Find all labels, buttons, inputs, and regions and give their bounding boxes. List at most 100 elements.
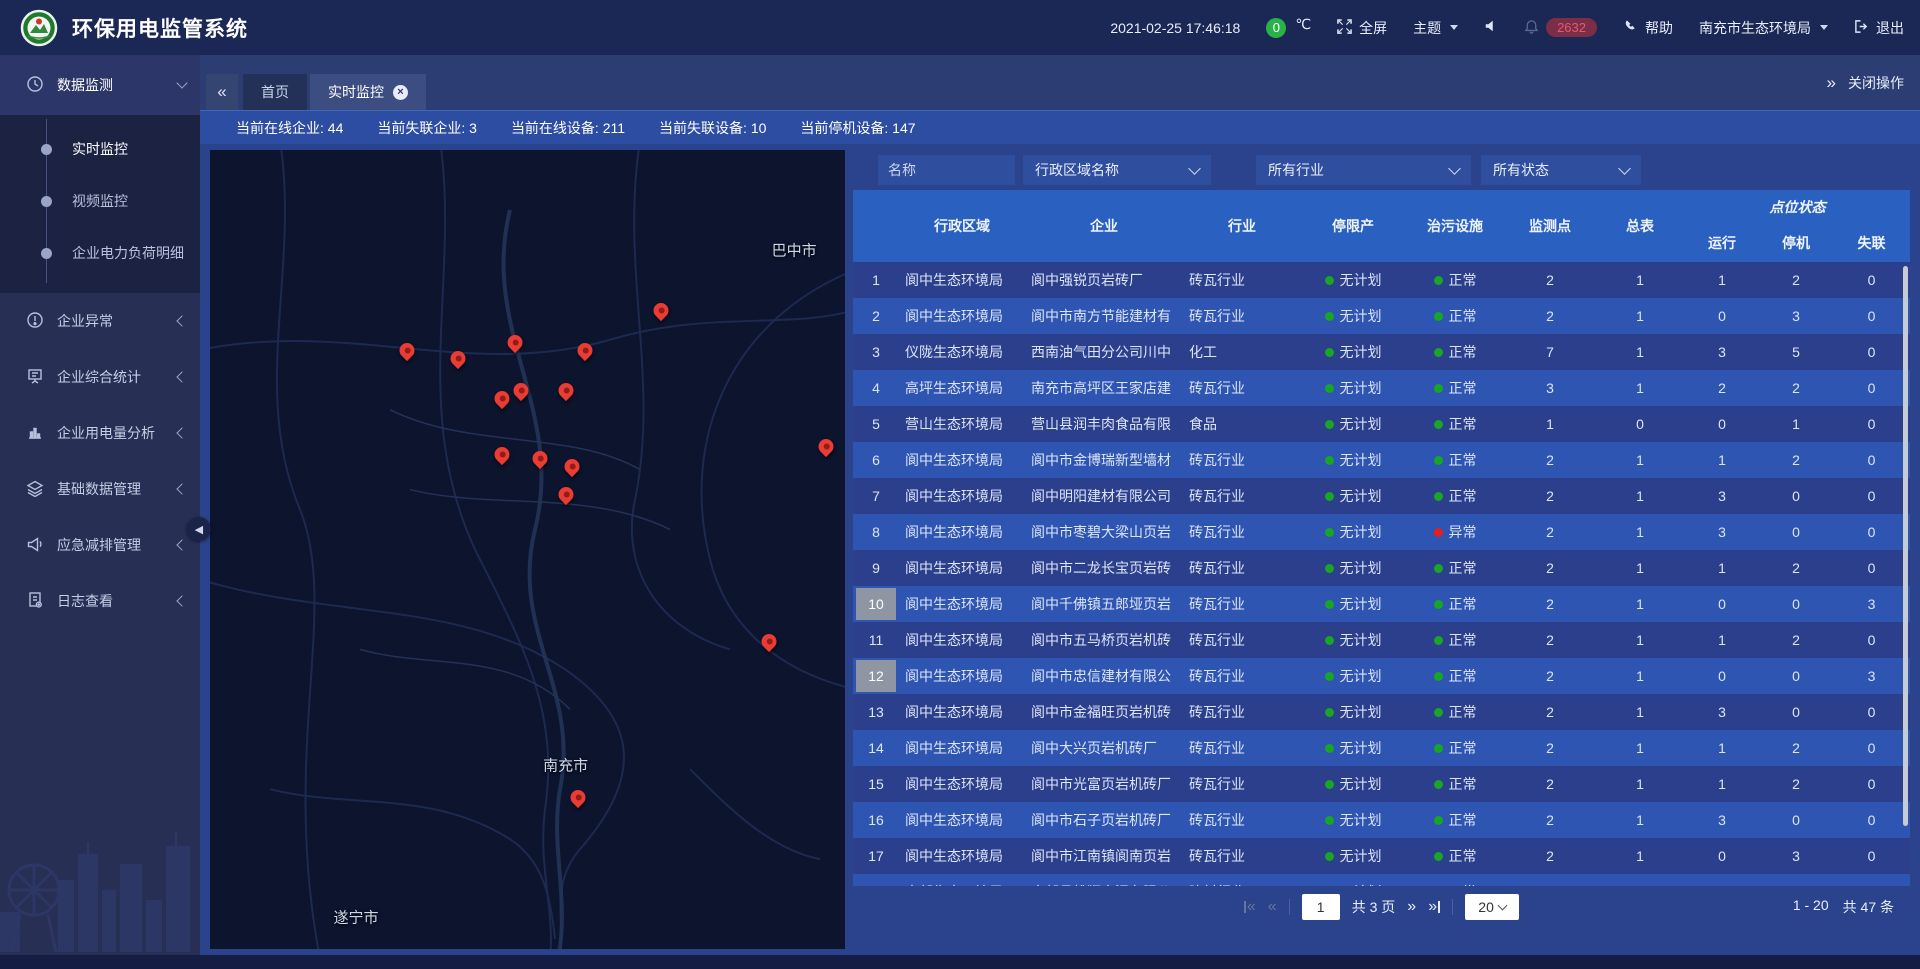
table-row[interactable]: 4高坪生态环境局南充市高坪区王家店建砖瓦行业无计划正常31220	[853, 370, 1910, 406]
stop-status-cell: 无计划	[1301, 478, 1405, 514]
company-cell: 阆中市二龙长宝页岩砖	[1025, 550, 1183, 586]
table-row[interactable]: 10阆中生态环境局阆中千佛镇五郎垭页岩砖瓦行业无计划正常21003	[853, 586, 1910, 622]
status-dot-green	[1434, 420, 1443, 429]
stop-status-label: 无计划	[1340, 738, 1382, 758]
sidebar-item-企业异常[interactable]: 企业异常	[0, 293, 200, 349]
region-cell: 阆中生态环境局	[899, 550, 1025, 586]
points-cell: 2	[1505, 874, 1595, 886]
chevron-left-icon	[176, 315, 187, 326]
sidebar-item-日志查看[interactable]: 日志查看	[0, 573, 200, 629]
status-dot-green	[1325, 636, 1334, 645]
sidebar-item-企业用电量分析[interactable]: 企业用电量分析	[0, 405, 200, 461]
help-button[interactable]: 帮助	[1623, 18, 1673, 38]
sidebar-subitem-视频监控[interactable]: 视频监控	[0, 175, 200, 227]
row-index: 4	[856, 372, 896, 404]
table-row[interactable]: 14阆中生态环境局阆中大兴页岩机砖厂砖瓦行业无计划正常21120	[853, 730, 1910, 766]
sidebar-item-企业综合统计[interactable]: 企业综合统计	[0, 349, 200, 405]
theme-dropdown[interactable]: 主题	[1413, 18, 1458, 38]
page-size-select[interactable]: 20	[1465, 894, 1519, 920]
row-index-cell: 18	[853, 874, 899, 886]
stat-item: 当前失联企业: 3	[377, 118, 477, 138]
status-dot-green	[1325, 276, 1334, 285]
halt-cell: 2	[1759, 622, 1833, 658]
sidebar-item-应急减排管理[interactable]: 应急减排管理	[0, 517, 200, 573]
industry-select[interactable]: 所有行业	[1256, 155, 1471, 185]
first-page-button[interactable]: «	[1244, 898, 1256, 916]
halt-cell: 2	[1759, 550, 1833, 586]
region-select[interactable]: 行政区域名称	[1023, 155, 1211, 185]
sidebar: 数据监测实时监控视频监控企业电力负荷明细企业异常企业综合统计企业用电量分析基础数…	[0, 55, 200, 955]
meter-cell: 0	[1595, 406, 1685, 442]
tab-实时监控[interactable]: 实时监控×	[310, 74, 426, 110]
next-page-button[interactable]: »	[1407, 898, 1416, 916]
run-cell: 0	[1685, 406, 1759, 442]
table-scrollbar[interactable]	[1903, 266, 1908, 826]
table-row[interactable]: 18南部生态环境局南部县雄狮水泥有限公建材行业无计划正常21030	[853, 874, 1910, 886]
table-row[interactable]: 3仪陇生态环境局西南油气田分公司川中化工无计划正常71350	[853, 334, 1910, 370]
notifications-button[interactable]: 2632	[1524, 18, 1597, 37]
halt-cell: 1	[1759, 406, 1833, 442]
table-row[interactable]: 12阆中生态环境局阆中市忠信建材有限公砖瓦行业无计划正常21003	[853, 658, 1910, 694]
industry-cell: 砖瓦行业	[1183, 370, 1301, 406]
table-row[interactable]: 13阆中生态环境局阆中市金福旺页岩机砖砖瓦行业无计划正常21300	[853, 694, 1910, 730]
tabs-scroll-right-button[interactable]: »	[1827, 73, 1836, 93]
status-dot-green	[1325, 780, 1334, 789]
table-row[interactable]: 2阆中生态环境局阆中市南方节能建材有砖瓦行业无计划正常21030	[853, 298, 1910, 334]
name-search-input[interactable]	[878, 155, 1015, 185]
points-cell: 2	[1505, 766, 1595, 802]
table-row[interactable]: 9阆中生态环境局阆中市二龙长宝页岩砖砖瓦行业无计划正常21120	[853, 550, 1910, 586]
horn-icon	[26, 535, 44, 556]
logout-button[interactable]: 退出	[1854, 18, 1904, 38]
table-row[interactable]: 16阆中生态环境局阆中市石子页岩机砖厂砖瓦行业无计划正常21300	[853, 802, 1910, 838]
table-row[interactable]: 5营山生态环境局营山县润丰肉食品有限食品无计划正常10010	[853, 406, 1910, 442]
sidebar-item-基础数据管理[interactable]: 基础数据管理	[0, 461, 200, 517]
table-row[interactable]: 15阆中生态环境局阆中市光富页岩机砖厂砖瓦行业无计划正常21120	[853, 766, 1910, 802]
company-cell: 阆中市金博瑞新型墙材	[1025, 442, 1183, 478]
table-row[interactable]: 11阆中生态环境局阆中市五马桥页岩机砖砖瓦行业无计划正常21120	[853, 622, 1910, 658]
table-row[interactable]: 8阆中生态环境局阆中市枣碧大梁山页岩砖瓦行业无计划异常21300	[853, 514, 1910, 550]
facility-status-cell: 正常	[1405, 586, 1505, 622]
close-operations-dropdown[interactable]: 关闭操作	[1848, 73, 1904, 93]
last-page-button[interactable]: »	[1428, 898, 1440, 916]
tab-close-icon[interactable]: ×	[393, 85, 408, 100]
tab-首页[interactable]: 首页	[243, 74, 307, 110]
stop-status-cell: 无计划	[1301, 802, 1405, 838]
user-org-dropdown[interactable]: 南充市生态环境局	[1699, 18, 1828, 38]
table-row[interactable]: 6阆中生态环境局阆中市金博瑞新型墙材砖瓦行业无计划正常21120	[853, 442, 1910, 478]
city-label-南充市: 南充市	[543, 755, 588, 776]
table-row[interactable]: 1阆中生态环境局阆中强锐页岩砖厂砖瓦行业无计划正常21120	[853, 262, 1910, 298]
status-select[interactable]: 所有状态	[1481, 155, 1641, 185]
sidebar-subitem-企业电力负荷明细[interactable]: 企业电力负荷明细	[0, 227, 200, 279]
industry-cell: 砖瓦行业	[1183, 838, 1301, 874]
table-row[interactable]: 17阆中生态环境局阆中市江南镇阆南页岩砖瓦行业无计划正常21030	[853, 838, 1910, 874]
stop-status-label: 无计划	[1340, 522, 1382, 542]
sound-toggle-button[interactable]	[1484, 19, 1498, 36]
status-dot-green	[1325, 708, 1334, 717]
prev-page-button[interactable]: «	[1268, 898, 1277, 916]
alert-icon	[26, 311, 44, 332]
status-dot-green	[1325, 528, 1334, 537]
run-cell: 2	[1685, 370, 1759, 406]
points-cell: 2	[1505, 478, 1595, 514]
stop-status-cell: 无计划	[1301, 838, 1405, 874]
table-row[interactable]: 7阆中生态环境局阆中明阳建材有限公司砖瓦行业无计划正常21300	[853, 478, 1910, 514]
collapse-map-handle[interactable]: ◀	[187, 517, 211, 541]
chevron-down-icon	[1448, 162, 1461, 175]
tabs-scroll-left-button[interactable]: «	[206, 74, 238, 110]
row-index: 3	[856, 336, 896, 368]
meter-cell: 1	[1595, 766, 1685, 802]
region-cell: 阆中生态环境局	[899, 514, 1025, 550]
column-header-industry: 行业	[1183, 190, 1301, 262]
facility-status-cell: 正常	[1405, 694, 1505, 730]
column-group-point-status: 点位状态 运行 停机 失联	[1685, 190, 1910, 262]
fullscreen-button[interactable]: 全屏	[1337, 18, 1387, 38]
page-number-input[interactable]	[1302, 894, 1340, 920]
points-cell: 3	[1505, 370, 1595, 406]
sidebar-item-数据监测[interactable]: 数据监测	[0, 55, 200, 115]
sidebar-subitem-实时监控[interactable]: 实时监控	[0, 123, 200, 175]
stop-status-label: 无计划	[1340, 270, 1382, 290]
dashboard-body: ◀	[200, 144, 1920, 955]
map-panel[interactable]: 巴中市南充市遂宁市	[210, 150, 845, 949]
halt-cell: 3	[1759, 298, 1833, 334]
row-index: 9	[856, 552, 896, 584]
